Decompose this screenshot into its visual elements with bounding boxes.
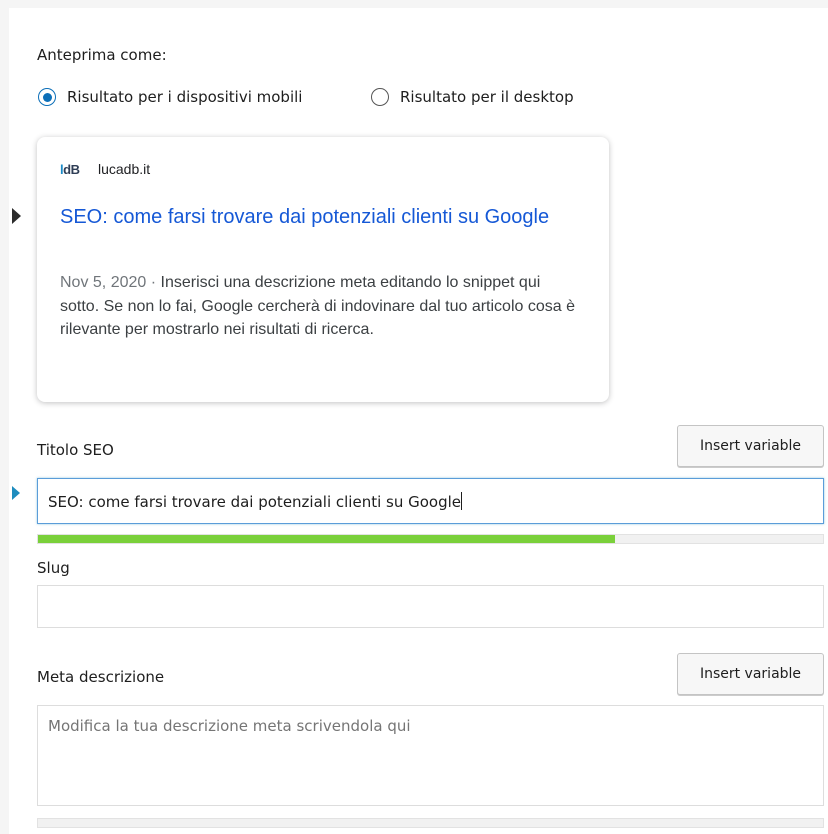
radio-mobile-result[interactable]: Risultato per i dispositivi mobili	[38, 88, 302, 106]
meta-description-input[interactable]: Modifica la tua descrizione meta scriven…	[37, 705, 824, 806]
radio-button-icon[interactable]	[371, 88, 389, 106]
seo-title-progress-bar	[37, 534, 824, 544]
radio-desktop-result[interactable]: Risultato per il desktop	[371, 88, 574, 106]
seo-title-input[interactable]: SEO: come farsi trovare dai potenziali c…	[37, 478, 824, 524]
radio-button-checked-icon[interactable]	[38, 88, 56, 106]
seo-title-label: Titolo SEO	[37, 441, 114, 459]
serp-title-link[interactable]: SEO: come farsi trovare dai potenziali c…	[60, 203, 580, 231]
slug-label: Slug	[37, 559, 70, 577]
radio-mobile-label[interactable]: Risultato per i dispositivi mobili	[67, 88, 302, 106]
serp-date: Nov 5, 2020 ·	[60, 274, 161, 291]
seo-title-value: SEO: come farsi trovare dai potenziali c…	[48, 493, 462, 511]
radio-desktop-label[interactable]: Risultato per il desktop	[400, 88, 574, 106]
serp-site-row: ldB lucadb.it	[60, 161, 150, 177]
meta-description-progress-bar	[37, 818, 824, 828]
focus-caret-icon	[12, 486, 20, 500]
text-cursor	[461, 492, 463, 510]
preview-mode-label: Anteprima come:	[37, 46, 167, 64]
insert-variable-button-title[interactable]: Insert variable	[677, 425, 824, 467]
site-logo-icon: ldB	[60, 161, 80, 177]
serp-site-name: lucadb.it	[98, 161, 151, 177]
insert-variable-button-meta[interactable]: Insert variable	[677, 653, 824, 695]
meta-description-label: Meta descrizione	[37, 668, 165, 686]
slug-input[interactable]	[37, 585, 824, 628]
serp-description: Nov 5, 2020 · Inserisci una descrizione …	[60, 271, 580, 342]
seo-title-progress-fill	[38, 535, 615, 543]
caret-right-icon	[12, 208, 21, 224]
serp-preview-card: ldB lucadb.it SEO: come farsi trovare da…	[37, 137, 609, 402]
